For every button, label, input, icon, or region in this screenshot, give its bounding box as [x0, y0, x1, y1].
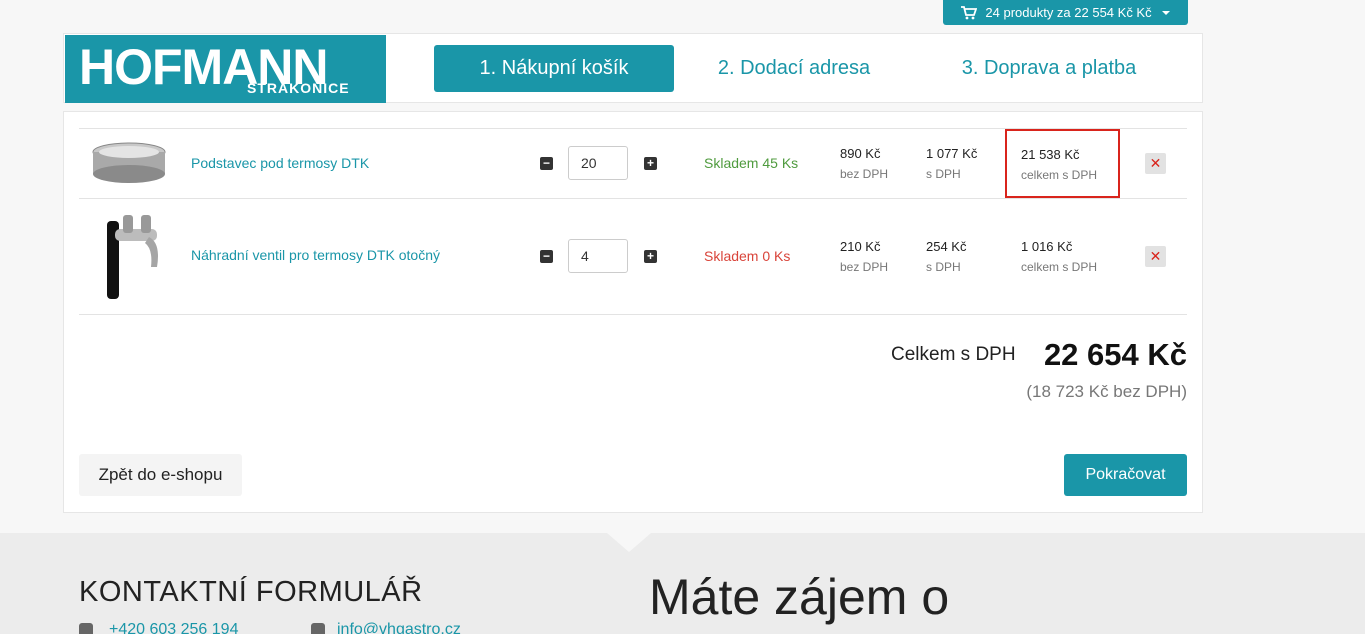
mail-icon: [311, 623, 325, 634]
footer-email[interactable]: info@vhgastro.cz: [311, 621, 461, 634]
minus-icon[interactable]: −: [540, 250, 553, 263]
cart-summary-button[interactable]: 24 produkty za 22 554 Kč Kč: [943, 0, 1188, 25]
price-value: 890 Kč: [840, 146, 881, 161]
total-label: Celkem s DPH: [891, 344, 1016, 365]
step-cart[interactable]: 1. Nákupní košík: [434, 45, 674, 92]
cart-icon: [961, 5, 978, 19]
price-inc-vat: 254 Kč s DPH: [926, 236, 966, 278]
price-label: s DPH: [926, 260, 961, 274]
back-to-shop-button[interactable]: Zpět do e-shopu: [79, 454, 242, 496]
row-total: 21 538 Kč celkem s DPH: [1005, 129, 1120, 198]
footer-notch: [607, 533, 651, 552]
contact-form-title: KONTAKTNÍ FORMULÁŘ: [79, 576, 423, 608]
cart-row: Náhradní ventil pro termosy DTK otočný −…: [79, 198, 1187, 315]
footer-heading: Máte zájem o: [649, 569, 950, 625]
phone-icon: [79, 623, 93, 634]
remove-item-button[interactable]: ✕: [1145, 153, 1166, 174]
row-total: 1 016 Kč celkem s DPH: [1021, 236, 1097, 278]
quantity-input[interactable]: 20: [568, 146, 628, 180]
footer: KONTAKTNÍ FORMULÁŘ +420 603 256 194 info…: [0, 533, 1365, 634]
plus-icon[interactable]: +: [644, 250, 657, 263]
total-value: 22 654 Kč: [1043, 337, 1187, 372]
product-image[interactable]: [93, 211, 165, 303]
stock-status: Skladem 45 Ks: [704, 155, 799, 171]
cart-row: Podstavec pod termosy DTK − 20 + Skladem…: [79, 128, 1187, 198]
checkout-header: HOFMANN STRAKONICE 1. Nákupní košík 2. D…: [63, 33, 1203, 103]
quantity-input[interactable]: 4: [568, 239, 628, 273]
continue-button[interactable]: Pokračovat: [1064, 454, 1187, 496]
step-address[interactable]: 2. Dodací adresa: [674, 45, 914, 92]
product-link[interactable]: Náhradní ventil pro termosy DTK otočný: [191, 247, 440, 263]
footer-phone[interactable]: +420 603 256 194: [79, 621, 238, 634]
step-shipping[interactable]: 3. Doprava a platba: [914, 45, 1184, 92]
price-label: bez DPH: [840, 260, 889, 274]
cart-summary-label: 24 produkty za 22 554 Kč Kč: [985, 5, 1152, 20]
price-ex-vat: 890 Kč bez DPH: [840, 143, 888, 185]
price-value: 1 077 Kč: [926, 146, 978, 161]
minus-icon[interactable]: −: [540, 157, 553, 170]
total-ex-vat: (18 723 Kč bez DPH): [1026, 382, 1187, 401]
price-label: celkem s DPH: [1021, 168, 1098, 182]
price-value: 210 Kč: [840, 239, 881, 254]
stock-status: Skladem 0 Ks: [704, 248, 791, 264]
phone-link[interactable]: +420 603 256 194: [109, 621, 238, 634]
price-label: bez DPH: [840, 167, 889, 181]
cart-panel: Podstavec pod termosy DTK − 20 + Skladem…: [63, 111, 1203, 513]
remove-item-button[interactable]: ✕: [1145, 246, 1166, 267]
price-label: celkem s DPH: [1021, 260, 1098, 274]
price-value: 254 Kč: [926, 239, 967, 254]
email-link[interactable]: info@vhgastro.cz: [337, 621, 461, 634]
product-image[interactable]: [91, 138, 167, 188]
logo[interactable]: HOFMANN STRAKONICE: [65, 35, 386, 103]
price-value: 21 538 Kč: [1021, 147, 1080, 162]
plus-icon[interactable]: +: [644, 157, 657, 170]
logo-sub: STRAKONICE: [247, 80, 350, 96]
price-ex-vat: 210 Kč bez DPH: [840, 236, 888, 278]
price-inc-vat: 1 077 Kč s DPH: [926, 143, 977, 185]
price-label: s DPH: [926, 167, 961, 181]
product-link[interactable]: Podstavec pod termosy DTK: [191, 155, 369, 171]
price-value: 1 016 Kč: [1021, 239, 1073, 254]
caret-down-icon: [1161, 10, 1170, 15]
